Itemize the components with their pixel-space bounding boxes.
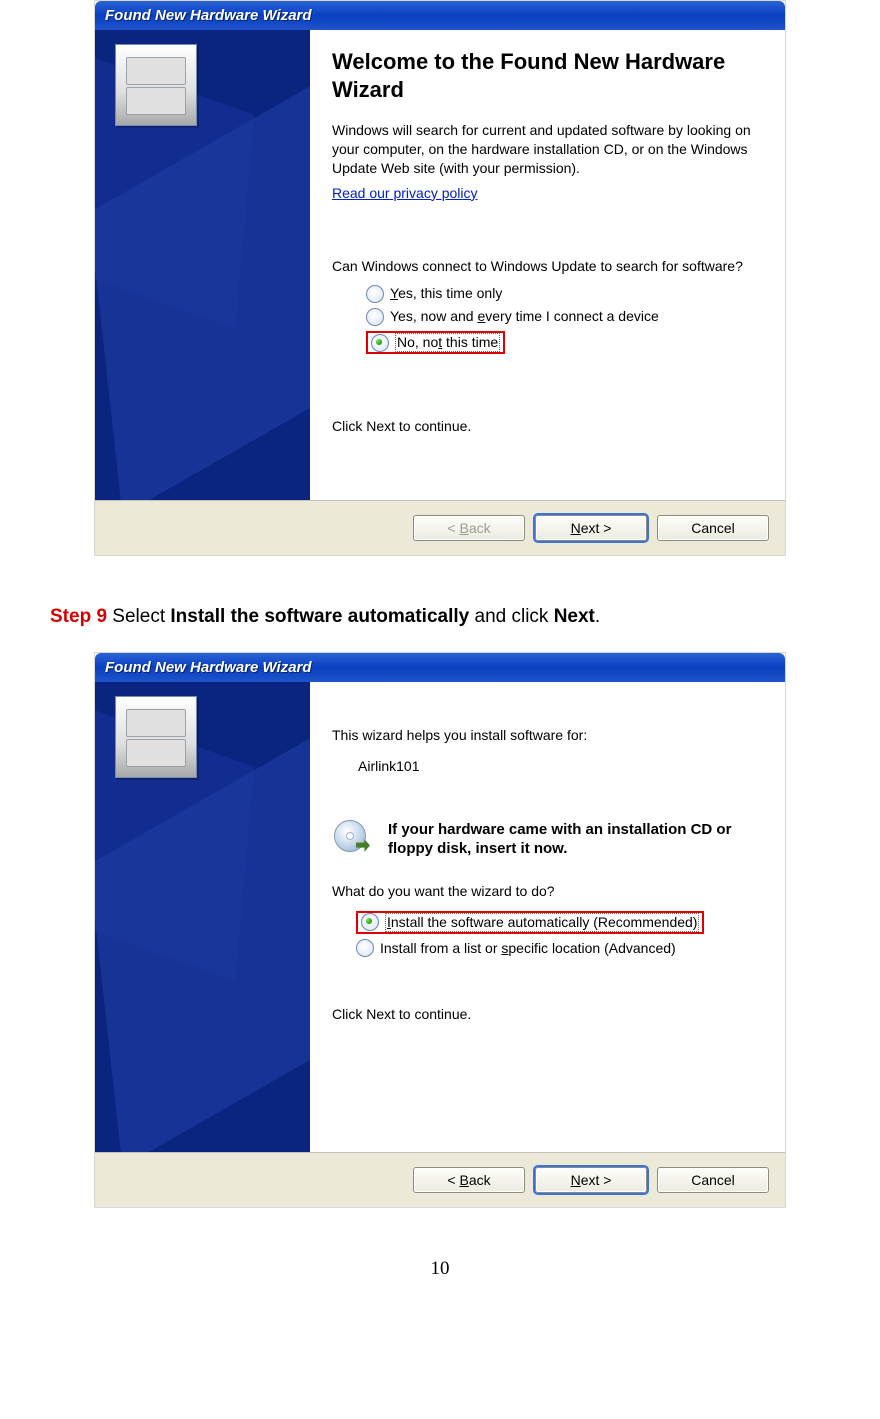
radio-label: Install the software automatically (Reco… xyxy=(385,913,699,932)
radio-label: Yes, this time only xyxy=(390,284,502,303)
device-name: Airlink101 xyxy=(358,757,763,776)
wizard-side-graphic xyxy=(95,682,310,1152)
radio-label: Install from a list or specific location… xyxy=(380,939,676,958)
privacy-link[interactable]: Read our privacy policy xyxy=(332,184,478,203)
radio-icon xyxy=(361,913,379,931)
hardware-icon xyxy=(115,44,197,126)
radio-icon xyxy=(356,939,374,957)
back-button[interactable]: < Back xyxy=(413,1167,525,1193)
wizard-side-graphic xyxy=(95,30,310,500)
titlebar-1: Found New Hardware Wizard xyxy=(95,1,785,30)
radio-icon xyxy=(366,308,384,326)
next-button[interactable]: Next > xyxy=(535,515,647,541)
next-button[interactable]: Next > xyxy=(535,1167,647,1193)
button-bar-1: < Back Next > Cancel xyxy=(95,500,785,555)
wizard-heading: Welcome to the Found New Hardware Wizard xyxy=(332,48,763,103)
radio-option-specific[interactable]: Install from a list or specific location… xyxy=(356,938,763,959)
step-number: Step 9 xyxy=(50,606,107,627)
page-number: 10 xyxy=(40,1258,840,1280)
radio-option-yes-always[interactable]: Yes, now and every time I connect a devi… xyxy=(366,306,763,327)
wizard-dialog-1: Found New Hardware Wizard Welcome to the… xyxy=(94,0,786,556)
wizard-dialog-2: Found New Hardware Wizard This wizard he… xyxy=(94,652,786,1208)
cancel-button[interactable]: Cancel xyxy=(657,515,769,541)
radio-option-auto[interactable]: Install the software automatically (Reco… xyxy=(356,911,704,934)
back-button: < Back xyxy=(413,515,525,541)
wizard-question: What do you want the wizard to do? xyxy=(332,882,763,901)
step-instruction: Step 9 Select Install the software autom… xyxy=(50,606,840,628)
wizard-intro: This wizard helps you install software f… xyxy=(332,726,763,745)
radio-icon xyxy=(371,334,389,352)
cancel-button[interactable]: Cancel xyxy=(657,1167,769,1193)
wizard-question: Can Windows connect to Windows Update to… xyxy=(332,257,763,276)
button-bar-2: < Back Next > Cancel xyxy=(95,1152,785,1207)
cd-icon xyxy=(332,820,376,860)
cd-instruction: If your hardware came with an installati… xyxy=(388,820,763,859)
titlebar-2: Found New Hardware Wizard xyxy=(95,653,785,682)
radio-icon xyxy=(366,285,384,303)
hardware-icon xyxy=(115,696,197,778)
radio-option-yes-once[interactable]: Yes, this time only xyxy=(366,283,763,304)
radio-label: Yes, now and every time I connect a devi… xyxy=(390,307,659,326)
radio-label: No, not this time xyxy=(395,333,500,352)
wizard-intro: Windows will search for current and upda… xyxy=(332,121,763,178)
next-hint: Click Next to continue. xyxy=(332,417,763,436)
radio-option-no[interactable]: No, not this time xyxy=(366,331,505,354)
next-hint: Click Next to continue. xyxy=(332,1005,763,1024)
